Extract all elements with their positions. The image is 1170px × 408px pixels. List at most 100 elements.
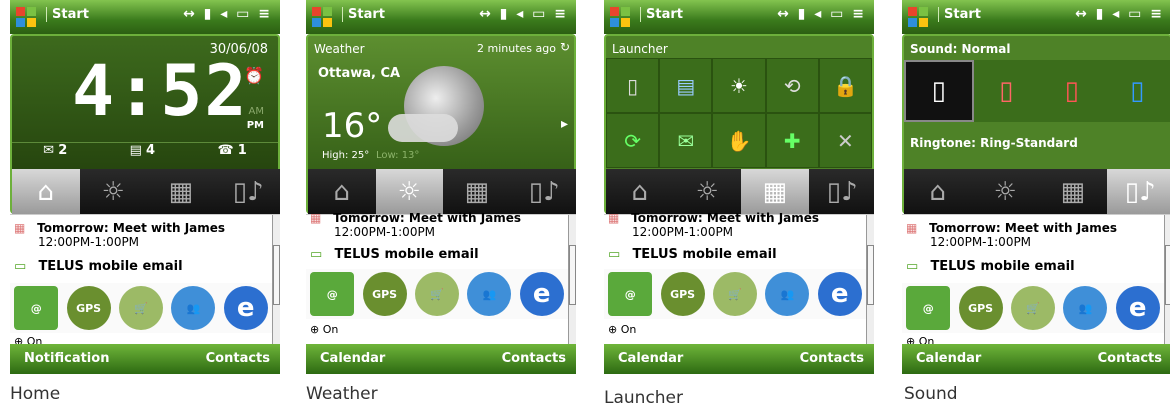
left-softkey[interactable]: Notification [24,351,109,366]
mail-icon[interactable]: @ [608,272,653,316]
status-icons[interactable]: ↔ ▮ ◂ ▭ ≡ [777,6,866,22]
tab-launcher[interactable]: ▦ [443,169,511,214]
email-item[interactable]: ▭ TELUS mobile email [906,259,1168,274]
start-label[interactable]: Start [640,7,683,22]
left-softkey[interactable]: Calendar [916,351,981,366]
mail-icon[interactable]: @ [906,286,951,330]
quick-launch-row: @ GPS 🛒 👥 e [10,283,272,333]
tab-sound[interactable]: ▯♪ [809,169,875,214]
left-softkey[interactable]: Calendar [320,351,385,366]
gps-status-item[interactable]: ⊕ On [608,323,870,336]
launcher-slot-rotate-icon[interactable]: ⟲ [765,58,819,113]
message-count[interactable]: ▤ 4 [130,143,155,167]
alarm-icon[interactable]: ⏰ [244,66,264,85]
launcher-slot-programs-icon[interactable]: ▤ [659,58,713,113]
gps-icon[interactable]: GPS [660,272,705,316]
email-item[interactable]: ▭ TELUS mobile email [14,259,276,274]
scrollbar[interactable] [1164,215,1170,345]
scrollbar[interactable] [272,215,280,345]
profile-silent-icon[interactable]: ▯ [974,60,1040,122]
tab-weather[interactable]: ☼ [80,169,148,214]
status-icons[interactable]: ↔ ▮ ◂ ▭ ≡ [479,6,568,22]
shopping-cart-icon[interactable]: 🛒 [118,286,163,330]
profile-normal-icon[interactable]: ▯ [904,60,974,122]
contacts-icon[interactable]: 👥 [467,272,512,316]
email-item[interactable]: ▭ TELUS mobile email [310,247,572,262]
windows-start-icon[interactable] [609,6,631,28]
contacts-icon[interactable]: 👥 [1063,286,1108,330]
profile-car-icon[interactable]: ▯ [1105,60,1170,122]
next-arrow-icon[interactable]: ▸ [561,116,568,132]
internet-explorer-icon[interactable]: e [223,286,268,330]
calendar-item[interactable]: ▦ Tomorrow: Meet with James 12:00PM-1:00… [310,211,572,239]
launcher-slot-flashlight-icon[interactable]: ☀ [712,58,766,113]
mail-icon[interactable]: @ [14,286,59,330]
missed-count[interactable]: ✉ 2 [43,143,67,167]
calendar-item[interactable]: ▦ Tomorrow: Meet with James 12:00PM-1:00… [608,211,870,239]
gps-icon[interactable]: GPS [362,272,407,316]
today-list: ▦ Tomorrow: Meet with James 12:00PM-1:00… [306,211,576,345]
tab-launcher[interactable]: ▦ [1039,169,1107,214]
right-softkey[interactable]: Contacts [502,351,566,366]
launcher-slot-message-icon[interactable]: ✉ [659,113,713,168]
tab-launcher[interactable]: ▦ [147,169,215,214]
ringtone-label[interactable]: Ringtone: Ring-Standard [910,136,1078,150]
launcher-slot-stop-icon[interactable]: ✋ [712,113,766,168]
mail-icon[interactable]: @ [310,272,355,316]
tab-sound[interactable]: ▯♪ [511,169,577,214]
tab-weather[interactable]: ☼ [674,169,742,214]
email-icon: ▭ [310,247,323,262]
tab-sound[interactable]: ▯♪ [215,169,281,214]
profile-vibrate-icon[interactable]: ▯ [1039,60,1105,122]
status-icons[interactable]: ↔ ▮ ◂ ▭ ≡ [1075,6,1164,22]
scrollbar[interactable] [568,215,576,345]
scrollbar[interactable] [866,215,874,345]
launcher-grid: ▯ ▤ ☀ ⟲ 🔒 ⟳ ✉ ✋ ✚ ✕ [606,58,872,168]
start-label[interactable]: Start [938,7,981,22]
left-softkey[interactable]: Calendar [618,351,683,366]
start-label[interactable]: Start [46,7,89,22]
tab-weather[interactable]: ☼ [972,169,1040,214]
calendar-item[interactable]: ▦ Tomorrow: Meet with James 12:00PM-1:00… [14,221,276,249]
shopping-cart-icon[interactable]: 🛒 [414,272,459,316]
windows-start-icon[interactable] [15,6,37,28]
windows-start-icon[interactable] [907,6,929,28]
launcher-slot-close-icon[interactable]: ✕ [818,113,872,168]
launcher-slot-lock-icon[interactable]: 🔒 [818,58,872,113]
calendar-item[interactable]: ▦ Tomorrow: Meet with James 12:00PM-1:00… [906,221,1168,249]
right-softkey[interactable]: Contacts [1098,351,1162,366]
shopping-cart-icon[interactable]: 🛒 [712,272,757,316]
email-icon: ▭ [608,247,621,262]
contacts-icon[interactable]: 👥 [171,286,216,330]
weather-title: Weather [314,42,365,56]
status-icons[interactable]: ↔ ▮ ◂ ▭ ≡ [183,6,272,22]
launcher-slot-add-icon[interactable]: ✚ [765,113,819,168]
counts-row: ✉ 2 ▤ 4 ☎ 1 [12,142,278,167]
contacts-icon[interactable]: 👥 [765,272,810,316]
email-item[interactable]: ▭ TELUS mobile email [608,247,870,262]
tab-home[interactable]: ⌂ [606,169,674,214]
tab-weather[interactable]: ☼ [375,169,443,214]
right-softkey[interactable]: Contacts [206,351,270,366]
internet-explorer-icon[interactable]: e [519,272,564,316]
call-count[interactable]: ☎ 1 [217,143,246,167]
tab-sound[interactable]: ▯♪ [1106,169,1170,214]
start-label[interactable]: Start [342,7,385,22]
gps-icon[interactable]: GPS [66,286,111,330]
refresh-icon[interactable]: ↻ [560,40,570,54]
shopping-cart-icon[interactable]: 🛒 [1010,286,1055,330]
tab-launcher[interactable]: ▦ [741,169,809,214]
right-softkey[interactable]: Contacts [800,351,864,366]
gps-icon[interactable]: GPS [958,286,1003,330]
tab-home[interactable]: ⌂ [308,169,376,214]
tab-home[interactable]: ⌂ [904,169,972,214]
sound-panel: Sound: Normal ▯ ▯ ▯ ▯ Ringtone: Ring-Sta… [902,34,1170,214]
tab-home[interactable]: ⌂ [12,169,80,214]
internet-explorer-icon[interactable]: e [1115,286,1160,330]
launcher-slot-phone-icon[interactable]: ▯ [606,58,660,113]
internet-explorer-icon[interactable]: e [817,272,862,316]
windows-start-icon[interactable] [311,6,333,28]
status-bar: Start ↔ ▮ ◂ ▭ ≡ [604,0,874,34]
gps-status-item[interactable]: ⊕ On [310,323,572,336]
launcher-slot-sync-icon[interactable]: ⟳ [606,113,660,168]
